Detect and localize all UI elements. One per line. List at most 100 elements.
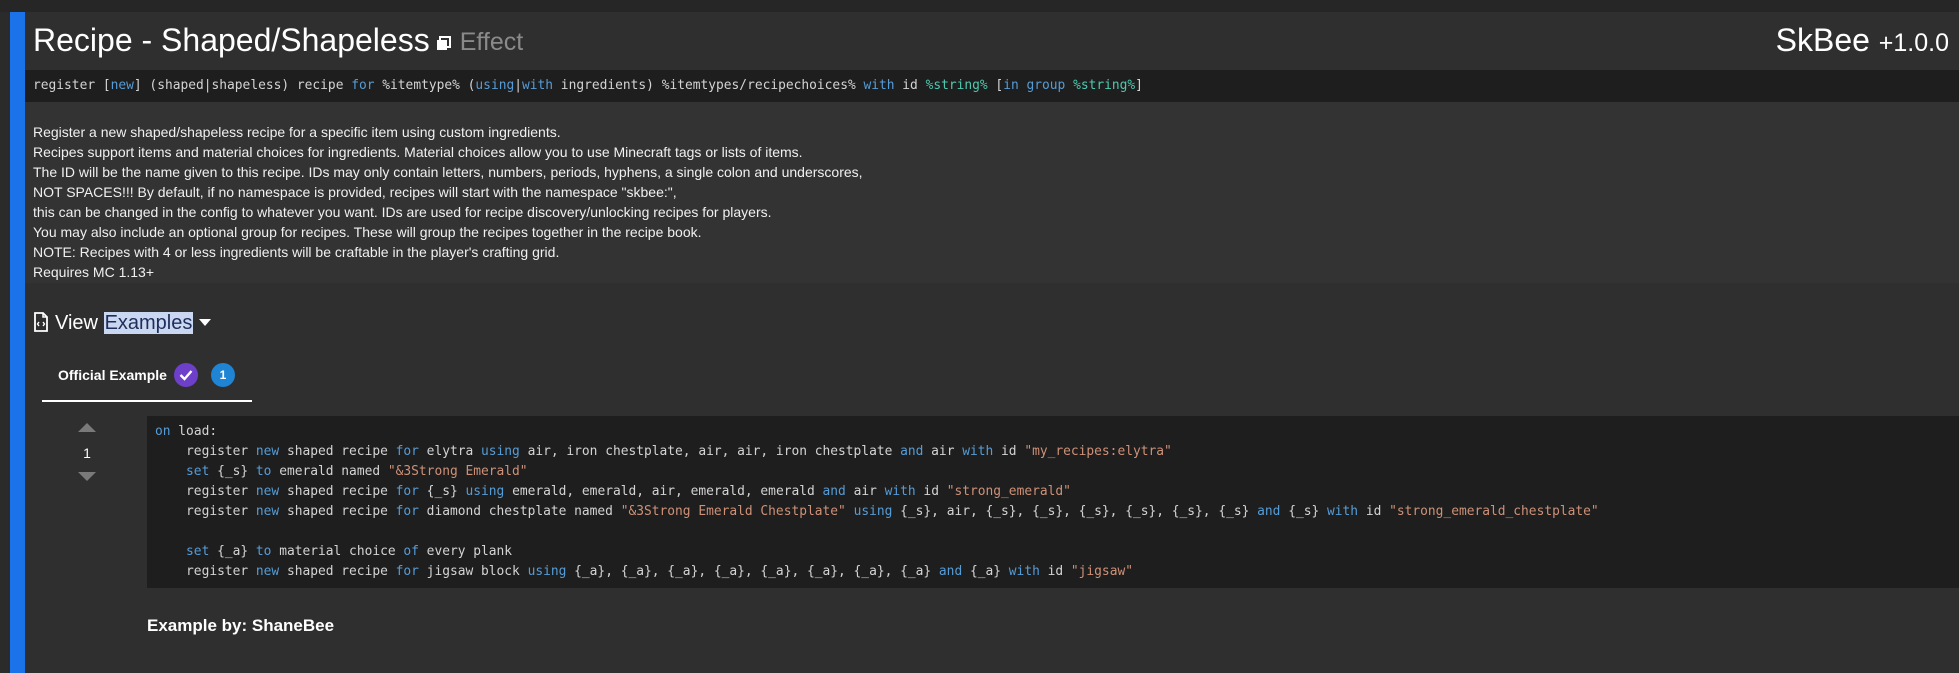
code-token: set — [186, 464, 210, 479]
syntax-text: [ — [987, 78, 1004, 93]
code-token: air, iron chestplate, air, air, iron che… — [519, 444, 901, 459]
copy-icon[interactable] — [436, 21, 452, 61]
example-code-block: on load: register new shaped recipe for … — [147, 416, 1959, 588]
code-token: to — [255, 464, 272, 479]
code-token: register — [155, 504, 256, 519]
syntax-keyword: using — [475, 78, 515, 93]
description-line: You may also include an optional group f… — [33, 224, 702, 240]
code-token: register — [155, 484, 256, 499]
code-token: shaped recipe — [279, 504, 396, 519]
addon-name: SkBee — [1775, 22, 1870, 58]
code-token: jigsaw block — [418, 564, 528, 579]
syntax-keyword: in — [1003, 78, 1019, 93]
code-token: id — [993, 444, 1025, 459]
code-token: id — [1358, 504, 1390, 519]
code-token: using — [527, 564, 567, 579]
syntax-keyword: new — [110, 78, 134, 93]
code-token: "&3Strong Emerald Chestplate" — [620, 504, 846, 519]
code-line: set {_s} to emerald named "&3Strong Emer… — [155, 462, 1599, 482]
example-author: Example by: ShaneBee — [147, 616, 335, 635]
code-token: elytra — [418, 444, 482, 459]
code-token: shaped recipe — [279, 484, 396, 499]
syntax-keyword: with — [863, 78, 895, 93]
code-token: "my_recipes:elytra" — [1024, 444, 1172, 459]
addon-badge: SkBee +1.0.0 — [1776, 20, 1949, 63]
vote-count: 1 — [83, 445, 91, 461]
syntax-text — [1019, 78, 1027, 93]
code-line: register new shaped recipe for jigsaw bl… — [155, 562, 1599, 582]
code-token: emerald, emerald, air, emerald, emerald — [504, 484, 823, 499]
code-token: with — [884, 484, 916, 499]
code-token: and — [1257, 504, 1281, 519]
tab-label: Official Example — [58, 367, 167, 383]
code-token: for — [395, 504, 419, 519]
code-token: "strong_emerald_chestplate" — [1389, 504, 1599, 519]
code-token: load: — [170, 424, 218, 439]
code-token: on — [155, 424, 171, 439]
description-text: Register a new shaped/shapeless recipe f… — [33, 122, 863, 282]
syntax-text: register [ — [33, 78, 111, 93]
type-label: Effect — [459, 28, 524, 56]
syntax-block: register [new] (shaped|shapeless) recipe… — [25, 70, 1959, 102]
code-token: new — [255, 504, 280, 519]
code-token: {_s} — [418, 484, 466, 499]
syntax-keyword: group — [1026, 78, 1066, 93]
syntax-keyword: for — [351, 78, 375, 93]
code-token: using — [853, 504, 893, 519]
tab-official-example[interactable]: Official Example 1 — [42, 355, 252, 402]
code-token: "strong_emerald" — [946, 484, 1071, 499]
code-token: "&3Strong Emerald" — [387, 464, 528, 479]
code-token: new — [255, 564, 280, 579]
syntax-text: ] (shaped|shapeless) recipe — [133, 78, 352, 93]
syntax-text: id — [894, 78, 926, 93]
code-token: and — [900, 444, 924, 459]
code-token: air — [845, 484, 885, 499]
description-line: Recipes support items and material choic… — [33, 144, 803, 160]
code-token: set — [186, 544, 210, 559]
syntax-text: ] — [1135, 78, 1143, 93]
example-code: on load: register new shaped recipe for … — [155, 422, 1599, 582]
code-token: {_a} — [962, 564, 1009, 579]
description-line: Requires MC 1.13+ — [33, 264, 155, 280]
code-token: {_a} — [209, 544, 256, 559]
code-token: register — [155, 564, 256, 579]
code-token: shaped recipe — [279, 564, 396, 579]
code-token: emerald named — [271, 464, 388, 479]
description: Register a new shaped/shapeless recipe f… — [25, 102, 1959, 283]
code-line: register new shaped recipe for diamond c… — [155, 502, 1599, 522]
code-token: {_a}, {_a}, {_a}, {_a}, {_a}, {_a}, {_a}… — [566, 564, 939, 579]
description-line: NOTE: Recipes with 4 or less ingredients… — [33, 244, 560, 260]
syntax-type: %string% — [1073, 78, 1136, 93]
syntax-type: %string% — [925, 78, 988, 93]
top-strip — [0, 0, 1959, 12]
code-token: to — [255, 544, 272, 559]
downvote-arrow-icon[interactable] — [78, 472, 96, 481]
code-token: with — [1327, 504, 1359, 519]
syntax-keyword: with — [522, 78, 554, 93]
syntax-text: ingredients) %itemtypes/recipechoices% — [553, 78, 864, 93]
code-token: for — [395, 484, 419, 499]
code-token: using — [481, 444, 520, 459]
card-accent-bar — [10, 12, 25, 673]
code-line: register new shaped recipe for {_s} usin… — [155, 482, 1599, 502]
view-examples-toggle[interactable]: View Examples — [33, 308, 212, 338]
code-token: of — [403, 544, 419, 559]
code-token: with — [1008, 564, 1040, 579]
code-token: {_s}, air, {_s}, {_s}, {_s}, {_s}, {_s},… — [892, 504, 1258, 519]
code-line: on load: — [155, 422, 1599, 442]
code-token: diamond chestplate named — [418, 504, 621, 519]
code-token: for — [395, 564, 419, 579]
examples-label: Examples — [103, 312, 194, 334]
code-token: air — [923, 444, 963, 459]
code-token: with — [962, 444, 994, 459]
code-file-icon — [34, 311, 48, 332]
code-token: new — [255, 484, 280, 499]
card-header: Recipe - Shaped/Shapeless Effect SkBee +1… — [25, 12, 1959, 70]
code-token: id — [915, 484, 947, 499]
code-token: {_s} — [1280, 504, 1328, 519]
upvote-arrow-icon[interactable] — [78, 423, 96, 432]
code-line: set {_a} to material choice of every pla… — [155, 542, 1599, 562]
